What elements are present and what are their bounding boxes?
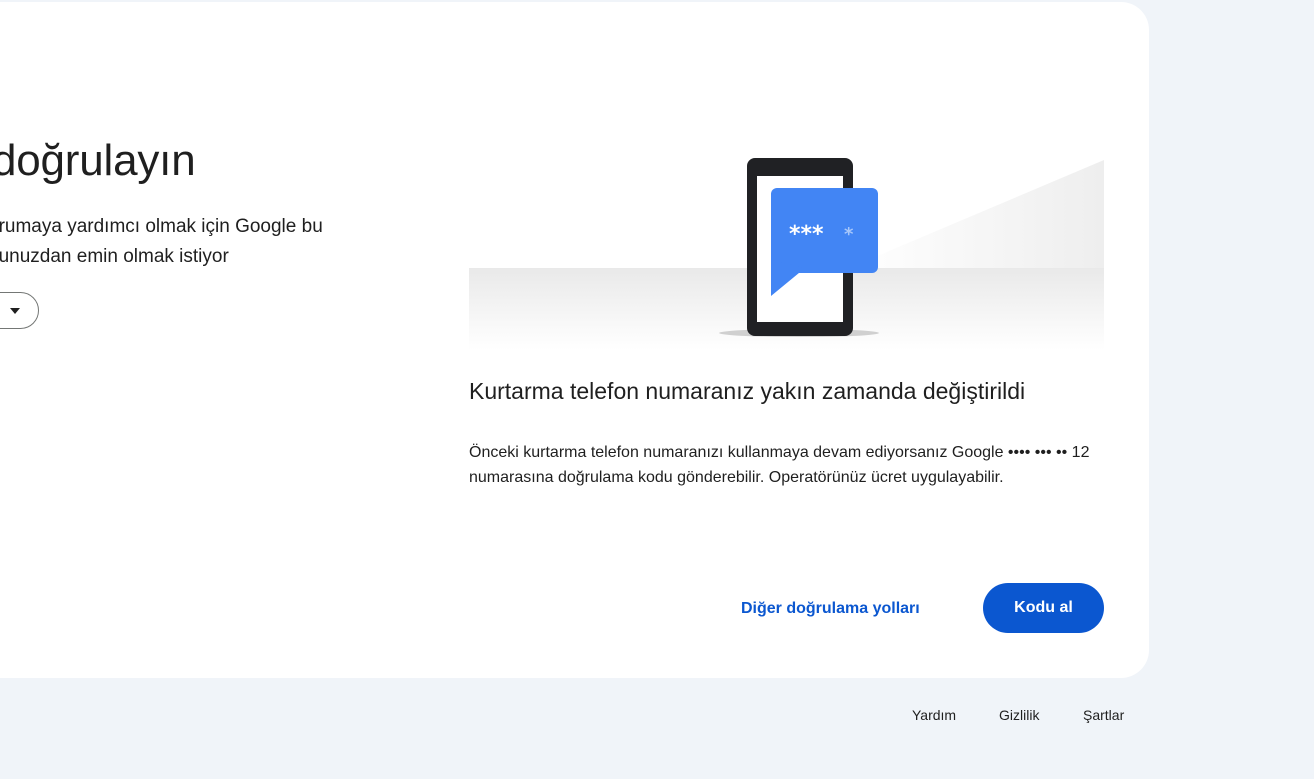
page-title: doğrulayın: [0, 136, 196, 185]
page: doğrulayın orumaya yardımcı olmak için G…: [0, 0, 1314, 779]
footer-help-link[interactable]: Yardım: [912, 707, 956, 723]
svg-text:*: *: [844, 224, 854, 245]
recovery-heading: Kurtarma telefon numaranız yakın zamanda…: [469, 378, 1026, 404]
chevron-down-icon: [10, 308, 20, 314]
other-ways-button[interactable]: Diğer doğrulama yolları: [725, 589, 936, 629]
account-chip[interactable]: [0, 292, 39, 329]
footer-privacy-link[interactable]: Gizlilik: [999, 707, 1039, 723]
phone-sms-icon: *** *: [469, 158, 1104, 350]
get-code-button[interactable]: Kodu al: [983, 583, 1104, 633]
recovery-body: Önceki kurtarma telefon numaranızı kulla…: [469, 444, 1090, 486]
subtitle-line-2: ğunuzdan emin olmak istiyor: [0, 246, 229, 267]
password-stars: ***: [789, 222, 824, 247]
subtitle-line-1: orumaya yardımcı olmak için Google bu: [0, 216, 323, 237]
footer-terms-link[interactable]: Şartlar: [1083, 707, 1124, 723]
phone-sms-illustration: *** *: [469, 150, 1104, 350]
page-subtitle: orumaya yardımcı olmak için Google bu ğu…: [0, 212, 368, 272]
